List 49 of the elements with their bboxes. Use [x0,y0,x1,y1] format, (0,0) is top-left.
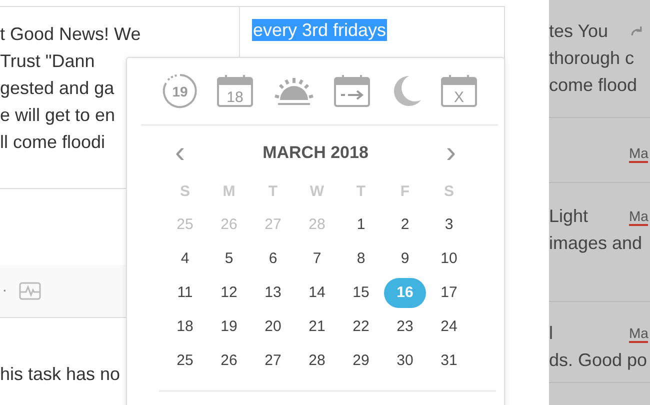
calendar-day[interactable]: 30 [384,346,426,376]
due-date: Ma [629,324,648,342]
calendar-day[interactable]: 13 [252,278,294,308]
separator-dot: · [2,282,8,300]
calendar-day[interactable]: 18 [164,312,206,342]
calendar-day[interactable]: 15 [340,278,382,308]
calendar-day[interactable]: 4 [164,244,206,274]
calendar-day[interactable]: 12 [208,278,250,308]
calendar-day[interactable]: 2 [384,210,426,240]
activity-icon[interactable] [19,282,42,300]
due-date: Ma [629,144,648,162]
note-text: Trust "Dann [0,50,95,73]
calendar-day[interactable]: 29 [340,346,382,376]
due-date: Ma [629,208,648,226]
task-text: l [549,323,554,344]
calendar-day[interactable]: 7 [296,244,338,274]
calendar-day[interactable]: 1 [340,210,382,240]
task-text: come flood [549,75,638,96]
calendar-day[interactable]: 3 [428,210,470,240]
calendar-day[interactable]: 11 [164,278,206,308]
calendar-day[interactable]: 23 [384,312,426,342]
calendar-day[interactable]: 6 [252,244,294,274]
calendar-day[interactable]: 22 [340,312,382,342]
calendar-day[interactable]: 5 [208,244,250,274]
calendar-day[interactable]: 25 [164,346,206,376]
task-text: tes You [549,21,610,42]
note-text: e will get to en [0,104,116,127]
calendar-day[interactable]: 26 [208,346,250,376]
calendar-day[interactable]: 10 [428,244,470,274]
task-text: images and [549,233,642,254]
calendar-day[interactable]: 14 [296,278,338,308]
calendar-day[interactable]: 9 [384,244,426,274]
calendar-day[interactable]: 31 [428,346,470,376]
calendar-day[interactable]: 19 [208,312,250,342]
calendar-day[interactable]: 17 [428,278,470,308]
calendar-day[interactable]: 24 [428,312,470,342]
calendar-day[interactable]: 21 [296,312,338,342]
task-text: Light [549,206,590,227]
task-text: thorough c [549,48,634,69]
note-text: t Good News! We [0,23,141,46]
calendar-day[interactable]: 8 [340,244,382,274]
empty-message: his task has no [0,364,122,385]
month-title: MARCH 2018 [262,143,368,163]
note-text: ll come floodi [0,131,106,154]
calendar-day[interactable]: 27 [252,346,294,376]
task-text: ds. Good po [549,350,648,371]
calendar-day[interactable]: 20 [252,312,294,342]
note-text: gested and ga [0,77,114,100]
calendar-day[interactable]: 28 [296,346,338,376]
